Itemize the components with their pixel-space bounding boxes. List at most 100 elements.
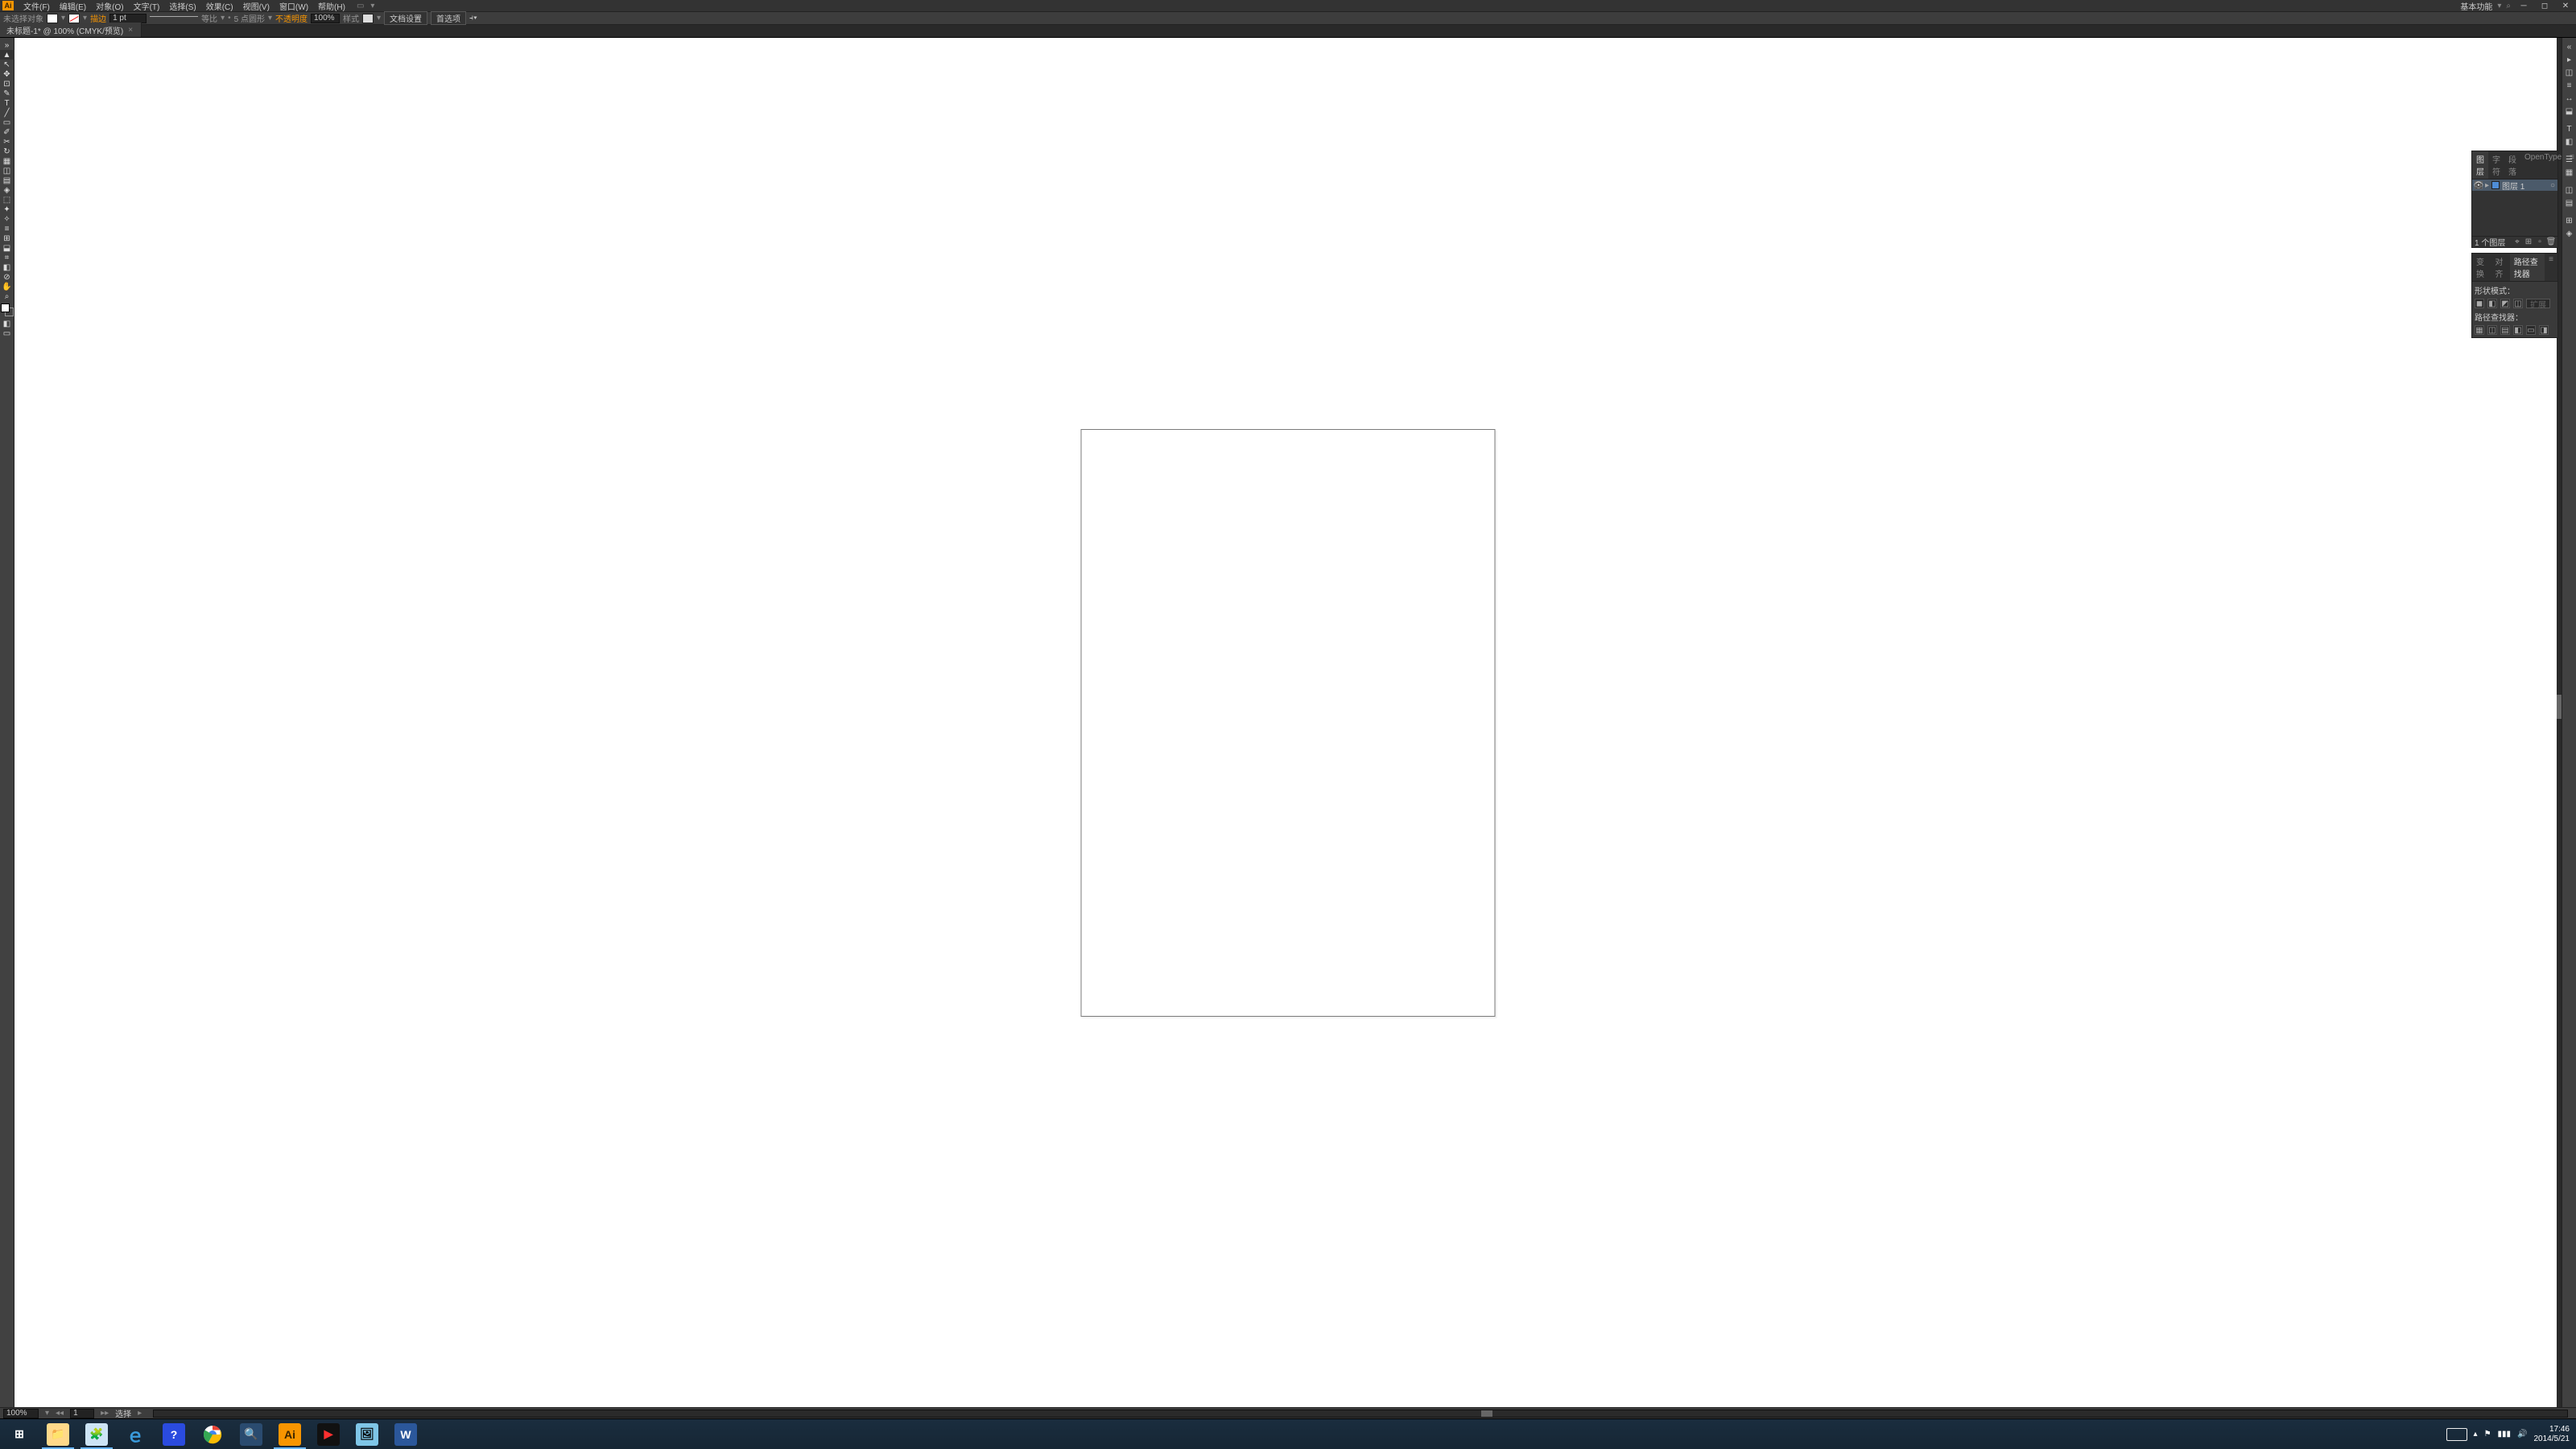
opacity-label[interactable]: 不透明度: [275, 12, 308, 24]
gutter-transparency-icon[interactable]: ⬓: [2562, 105, 2576, 118]
menu-edit[interactable]: 编辑(E): [55, 0, 91, 12]
tool-line[interactable]: ╱: [0, 108, 14, 118]
trim-icon[interactable]: ◫: [2487, 325, 2497, 335]
tool-free-transform[interactable]: ▤: [0, 175, 14, 185]
artboard-nav-next-icon[interactable]: ▸▸: [101, 1409, 109, 1418]
new-layer-icon[interactable]: ▫: [2536, 238, 2544, 246]
menu-layout-icon[interactable]: ▭: [357, 2, 364, 10]
tool-selection[interactable]: ▲: [0, 50, 14, 60]
menu-type[interactable]: 文字(T): [129, 0, 165, 12]
gutter-gradient-icon[interactable]: ↔: [2562, 92, 2576, 105]
outline-icon[interactable]: ▭: [2526, 325, 2536, 335]
new-sublayer-icon[interactable]: ⊞: [2524, 238, 2533, 246]
layer-name[interactable]: 图层 1: [2502, 180, 2524, 192]
canvas[interactable]: [14, 38, 2562, 1407]
tool-blend[interactable]: ⊞: [0, 233, 14, 243]
zoom-input[interactable]: [3, 1409, 39, 1418]
gutter-layers-icon[interactable]: ⊞: [2562, 214, 2576, 227]
fill-swatch[interactable]: [47, 14, 58, 23]
gutter-character-icon[interactable]: T: [2562, 122, 2576, 135]
close-button[interactable]: ✕: [2557, 1, 2574, 10]
task-media[interactable]: ▶: [309, 1419, 348, 1449]
merge-icon[interactable]: ▤: [2500, 325, 2510, 335]
fill-dropdown-icon[interactable]: ▾: [61, 14, 65, 23]
panel-menu-icon[interactable]: ≡: [2566, 151, 2576, 179]
tool-lasso[interactable]: ⊡: [0, 79, 14, 89]
ratio-dropdown-icon[interactable]: ▾: [221, 14, 225, 23]
tool-magic-wand[interactable]: ✥: [0, 69, 14, 79]
expand-button[interactable]: 扩展: [2526, 299, 2550, 308]
divide-icon[interactable]: ▦: [2475, 325, 2484, 335]
status-menu-icon[interactable]: ▸: [138, 1409, 142, 1418]
tool-hand[interactable]: ✋: [0, 282, 14, 291]
tool-perspective[interactable]: ⬚: [0, 195, 14, 204]
tab-transform[interactable]: 变换: [2472, 254, 2491, 281]
stroke-weight-input[interactable]: [109, 14, 147, 23]
ime-icon[interactable]: [2446, 1428, 2467, 1441]
tool-pencil[interactable]: ✂: [0, 137, 14, 147]
artboard-nav-prev-icon[interactable]: ◂◂: [56, 1409, 64, 1418]
menu-window[interactable]: 窗口(W): [275, 0, 313, 12]
gutter-paragraph-icon[interactable]: ◧: [2562, 135, 2576, 148]
tool-gradient[interactable]: ✧: [0, 214, 14, 224]
panel-menu-icon[interactable]: ≡: [2545, 254, 2557, 281]
tool-expand-icon[interactable]: »: [0, 40, 14, 50]
workspace-dropdown-icon[interactable]: ▾: [2497, 2, 2501, 10]
close-tab-icon[interactable]: ×: [128, 26, 133, 35]
fill-color-icon[interactable]: [1, 303, 10, 312]
brush-dropdown-icon[interactable]: ▾: [268, 14, 272, 23]
tool-slice[interactable]: ⊘: [0, 272, 14, 282]
prefs-button[interactable]: 首选项: [431, 11, 466, 25]
task-word[interactable]: W: [386, 1419, 425, 1449]
menu-file[interactable]: 文件(F): [19, 0, 55, 12]
menu-effect[interactable]: 效果(C): [201, 0, 238, 12]
style-swatch[interactable]: [362, 14, 374, 23]
gutter-swatches-icon[interactable]: ◫: [2562, 66, 2576, 79]
doc-setup-button[interactable]: 文档设置: [384, 11, 427, 25]
gutter-appearance-icon[interactable]: ◫: [2562, 184, 2576, 196]
tab-character[interactable]: 字符: [2488, 151, 2504, 179]
layer-expand-icon[interactable]: ▸: [2485, 181, 2489, 190]
horizontal-scrollbar[interactable]: [153, 1410, 2568, 1418]
vertical-scroll-thumb[interactable]: [2557, 695, 2562, 719]
tab-paragraph[interactable]: 段落: [2504, 151, 2520, 179]
artboard[interactable]: [1081, 429, 1496, 1017]
gutter-expand-icon[interactable]: «: [2562, 40, 2576, 53]
task-ie[interactable]: ｅ: [116, 1419, 155, 1449]
menu-object[interactable]: 对象(O): [91, 0, 128, 12]
minus-front-icon[interactable]: ◧: [2487, 299, 2497, 308]
menu-extra-icon[interactable]: ▾: [370, 2, 374, 10]
gutter-artboards-icon[interactable]: ◈: [2562, 227, 2576, 240]
menu-view[interactable]: 视图(V): [238, 0, 275, 12]
unite-icon[interactable]: ◼: [2475, 299, 2484, 308]
task-photos[interactable]: 🖼: [348, 1419, 386, 1449]
screen-mode-icon[interactable]: ▭: [0, 328, 14, 338]
tool-shape-builder[interactable]: ◈: [0, 185, 14, 195]
style-dropdown-icon[interactable]: ▾: [377, 14, 381, 23]
tool-rotate[interactable]: ↻: [0, 147, 14, 156]
minimize-button[interactable]: ─: [2516, 1, 2532, 10]
crop-icon[interactable]: ◧: [2513, 325, 2523, 335]
zoom-dropdown-icon[interactable]: ▾: [45, 1409, 49, 1418]
layer-visibility-icon[interactable]: 👁: [2475, 181, 2483, 189]
tab-align[interactable]: 对齐: [2491, 254, 2509, 281]
stroke-dash-preview[interactable]: [150, 16, 198, 24]
tool-type[interactable]: T: [0, 98, 14, 108]
tool-rectangle[interactable]: ▭: [0, 118, 14, 127]
menu-help[interactable]: 帮助(H): [313, 0, 350, 12]
tray-expand-icon[interactable]: ▴: [2474, 1430, 2478, 1439]
artboard-index-input[interactable]: [70, 1409, 94, 1418]
tool-brush[interactable]: ✐: [0, 127, 14, 137]
tab-pathfinder[interactable]: 路径查找器: [2510, 254, 2545, 281]
tool-mesh[interactable]: ✦: [0, 204, 14, 214]
maximize-button[interactable]: ◻: [2537, 1, 2553, 10]
color-mode-icon[interactable]: ◧: [0, 319, 14, 328]
tool-graph[interactable]: ⌗: [0, 253, 14, 262]
stroke-swatch[interactable]: [68, 14, 80, 23]
tray-clock[interactable]: 17:46 2014/5/21: [2534, 1425, 2570, 1444]
tool-symbol[interactable]: ⬓: [0, 243, 14, 253]
workspace-switcher[interactable]: 基本功能: [2460, 0, 2492, 12]
volume-icon[interactable]: 🔊: [2517, 1430, 2527, 1439]
tool-width[interactable]: ◫: [0, 166, 14, 175]
menu-select[interactable]: 选择(S): [164, 0, 200, 12]
